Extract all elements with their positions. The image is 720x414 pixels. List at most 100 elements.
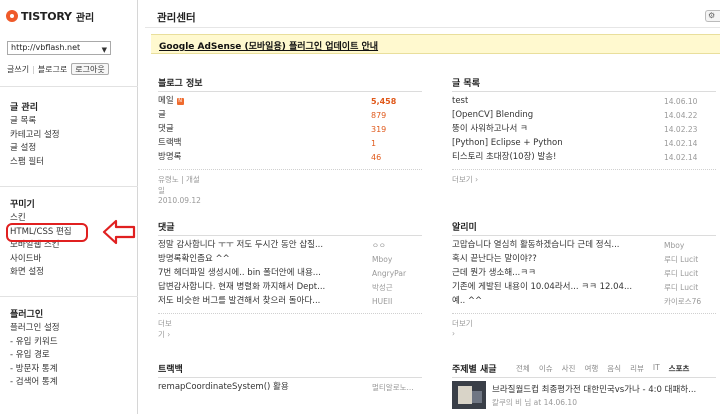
more-link[interactable]: 더보기 › [158,318,175,340]
menu-item-search-stats[interactable]: - 검색어 통계 [10,376,60,390]
stat-label: 메일 [158,96,174,106]
stat-row-mail[interactable]: 메일 N 5,458 [158,95,422,108]
stat-row-comments[interactable]: 댓글 319 [158,123,422,136]
menu-item-plugin-settings[interactable]: 플러그인 설정 [10,322,60,336]
menu-item-category[interactable]: 카테고리 설정 [10,129,60,143]
list-item[interactable]: test 14.06.10 [452,95,716,108]
tistory-logo-icon [6,10,18,22]
list-item[interactable]: 방명록확인좀요 ^^ Mboy [158,253,422,266]
comment-author: 박성근 [372,283,393,292]
topic-meta: 칼쿠의 비 님 at 14.06.10 [492,398,577,407]
menu-item-post-settings[interactable]: 글 설정 [10,142,60,156]
stat-label: 댓글 [158,124,174,134]
stat-row-posts[interactable]: 글 879 [158,109,422,122]
menu-item-inflow-paths[interactable]: - 유입 경로 [10,349,60,363]
menu-item-spam-filter[interactable]: 스팸 필터 [10,156,60,170]
tab-food[interactable]: 음식 [607,363,621,374]
stat-row-trackbacks[interactable]: 트랙백 1 [158,137,422,150]
topics-panel: 주제별 새글 전체 이슈 사진 여행 음식 리뷰 IT 스포츠 브라질월드컵 최… [452,362,716,409]
comment-text: 답변감사합니다. 현재 병렬화 까지해서 Dept... [158,282,326,292]
alert-author: 루디 Lucit [664,283,699,292]
stat-row-guestbook[interactable]: 방명록 46 [158,151,422,164]
topic-title: 브라질월드컵 최종평가전 대한민국vs가나 - 4:0 대패하... [492,385,697,395]
tab-sports[interactable]: 스포츠 [669,363,690,374]
list-item[interactable]: 답변감사합니다. 현재 병렬화 까지해서 Dept... 박성근 [158,281,422,294]
list-item[interactable]: 예.. ^^ 카이로스76 [452,295,716,308]
tab-review[interactable]: 리뷰 [630,363,644,374]
divider [158,235,422,236]
trackback-author: 멀티알로노... [372,383,414,392]
list-item[interactable]: 근데 뭔가 생소해...ㅋㅋ 루디 Lucit [452,267,716,280]
sidebar: TISTORY 관리 http://vbflash.net ▼ 글쓰기 | 블로… [0,0,138,414]
list-item[interactable]: [OpenCV] Blending 14.04.22 [452,109,716,122]
alerts-panel: 알리미 고맙습니다 열심히 활동하겠습니다 근데 정식... Mboy 혹시 끝… [452,220,716,338]
alert-author: 루디 Lucit [664,255,699,264]
stat-value: 319 [371,125,387,134]
post-title: [Python] Eclipse + Python [452,138,563,148]
list-item[interactable]: 정말 감사합니다 ㅜㅜ 저도 두시간 동안 삽질... ㅇㅇ [158,239,422,252]
menu-item-visitor-stats[interactable]: - 방문자 통계 [10,363,60,377]
logout-button[interactable]: 로그아웃 [71,63,109,75]
list-item[interactable]: 고맙습니다 열심히 활동하겠습니다 근데 정식... Mboy [452,239,716,252]
panel-title: 주제별 새글 [452,365,497,375]
stat-value: 46 [371,153,382,162]
logo-subtitle: 관리 [75,12,95,24]
stat-value: 1 [371,139,377,148]
list-item[interactable]: [Python] Eclipse + Python 14.02.14 [452,137,716,150]
comment-text: 방명록확인좀요 ^^ [158,254,230,264]
divider [158,377,422,378]
topic-tabs: 전체 이슈 사진 여행 음식 리뷰 IT 스포츠 [516,363,698,374]
blog-select[interactable]: http://vbflash.net ▼ [7,41,111,55]
more-link[interactable]: 더보기 › [452,318,477,338]
list-item[interactable]: remapCoordinateSystem() 활용 멀티알로노... [158,381,422,394]
divider [0,296,138,297]
list-item[interactable]: 혹시 끝난다는 말이야?? 루디 Lucit [452,253,716,266]
comment-text: 7번 헤더파일 생성시에.. bin 폴더안에 내용... [158,268,321,278]
list-item[interactable]: 티스토리 초대장(10장) 발송! 14.02.14 [452,151,716,164]
divider [452,377,716,378]
tistory-logo[interactable]: TISTORY 관리 [6,8,94,24]
list-item[interactable]: 7번 헤더파일 생성시에.. bin 폴더안에 내용... AngryPar [158,267,422,280]
tab-travel[interactable]: 여행 [584,363,598,374]
divider [0,186,138,187]
post-date: 14.02.14 [664,139,698,148]
main-content: 관리센터 ⚙ Google AdSense (모바일용) 플러그인 업데이트 안… [139,0,720,414]
post-date: 14.04.22 [664,111,698,120]
stat-value: 5,458 [371,97,397,106]
comment-author: Mboy [372,255,393,264]
logo-text: TISTORY [21,9,72,23]
topic-item[interactable]: 브라질월드컵 최종평가전 대한민국vs가나 - 4:0 대패하... 칼쿠의 비… [452,381,716,413]
alert-text: 고맙습니다 열심히 활동하겠습니다 근데 정식... [452,240,620,250]
post-date: 14.02.14 [664,153,698,162]
divider [452,313,716,314]
menu-item-inflow-keywords[interactable]: - 유입 키워드 [10,336,60,350]
post-title: [OpenCV] Blending [452,110,534,120]
post-title: test [452,96,469,106]
tab-issue[interactable]: 이슈 [539,363,553,374]
settings-button[interactable]: ⚙ [705,10,720,22]
stat-label: 트랙백 [158,138,182,148]
more-link[interactable]: 더보기 › [452,174,478,185]
list-item[interactable]: 기존에 게발된 내용이 10.04라서... ㅋㅋ 12.04... 루디 Lu… [452,281,716,294]
list-item[interactable]: 저도 비슷한 버그를 발견해서 찾으러 돌아다... HUEII [158,295,422,308]
notice-banner: Google AdSense (모바일용) 플러그인 업데이트 안내 [151,34,720,54]
post-title: 티스토리 초대장(10장) 발송! [452,152,557,162]
trackbacks-panel: 트랙백 remapCoordinateSystem() 활용 멀티알로노... [158,362,422,392]
list-item[interactable]: 뚱이 사워하고나서 ㅋ 14.02.23 [452,123,716,136]
tab-all[interactable]: 전체 [516,363,530,374]
alert-text: 근데 뭔가 생소해...ㅋㅋ [452,268,536,278]
comment-text: 정말 감사합니다 ㅜㅜ 저도 두시간 동안 삽질... [158,240,324,250]
tab-photo[interactable]: 사진 [562,363,576,374]
tab-it[interactable]: IT [653,363,660,374]
trackback-title: remapCoordinateSystem() 활용 [158,382,289,392]
stat-label: 방명록 [158,152,182,162]
blog-home-link[interactable]: 블로그로 [38,64,67,75]
menu-item-screen-settings[interactable]: 화면 설정 [10,266,72,280]
comment-author: AngryPar [372,269,407,278]
write-link[interactable]: 글쓰기 [7,64,29,75]
notice-link[interactable]: Google AdSense (모바일용) 플러그인 업데이트 안내 [159,39,378,52]
menu-item-sidebar[interactable]: 사이드바 [10,253,72,267]
menu-item-post-list[interactable]: 글 목록 [10,115,60,129]
section-title: 글 관리 [10,103,38,113]
gear-icon: ⚙ [708,11,716,20]
